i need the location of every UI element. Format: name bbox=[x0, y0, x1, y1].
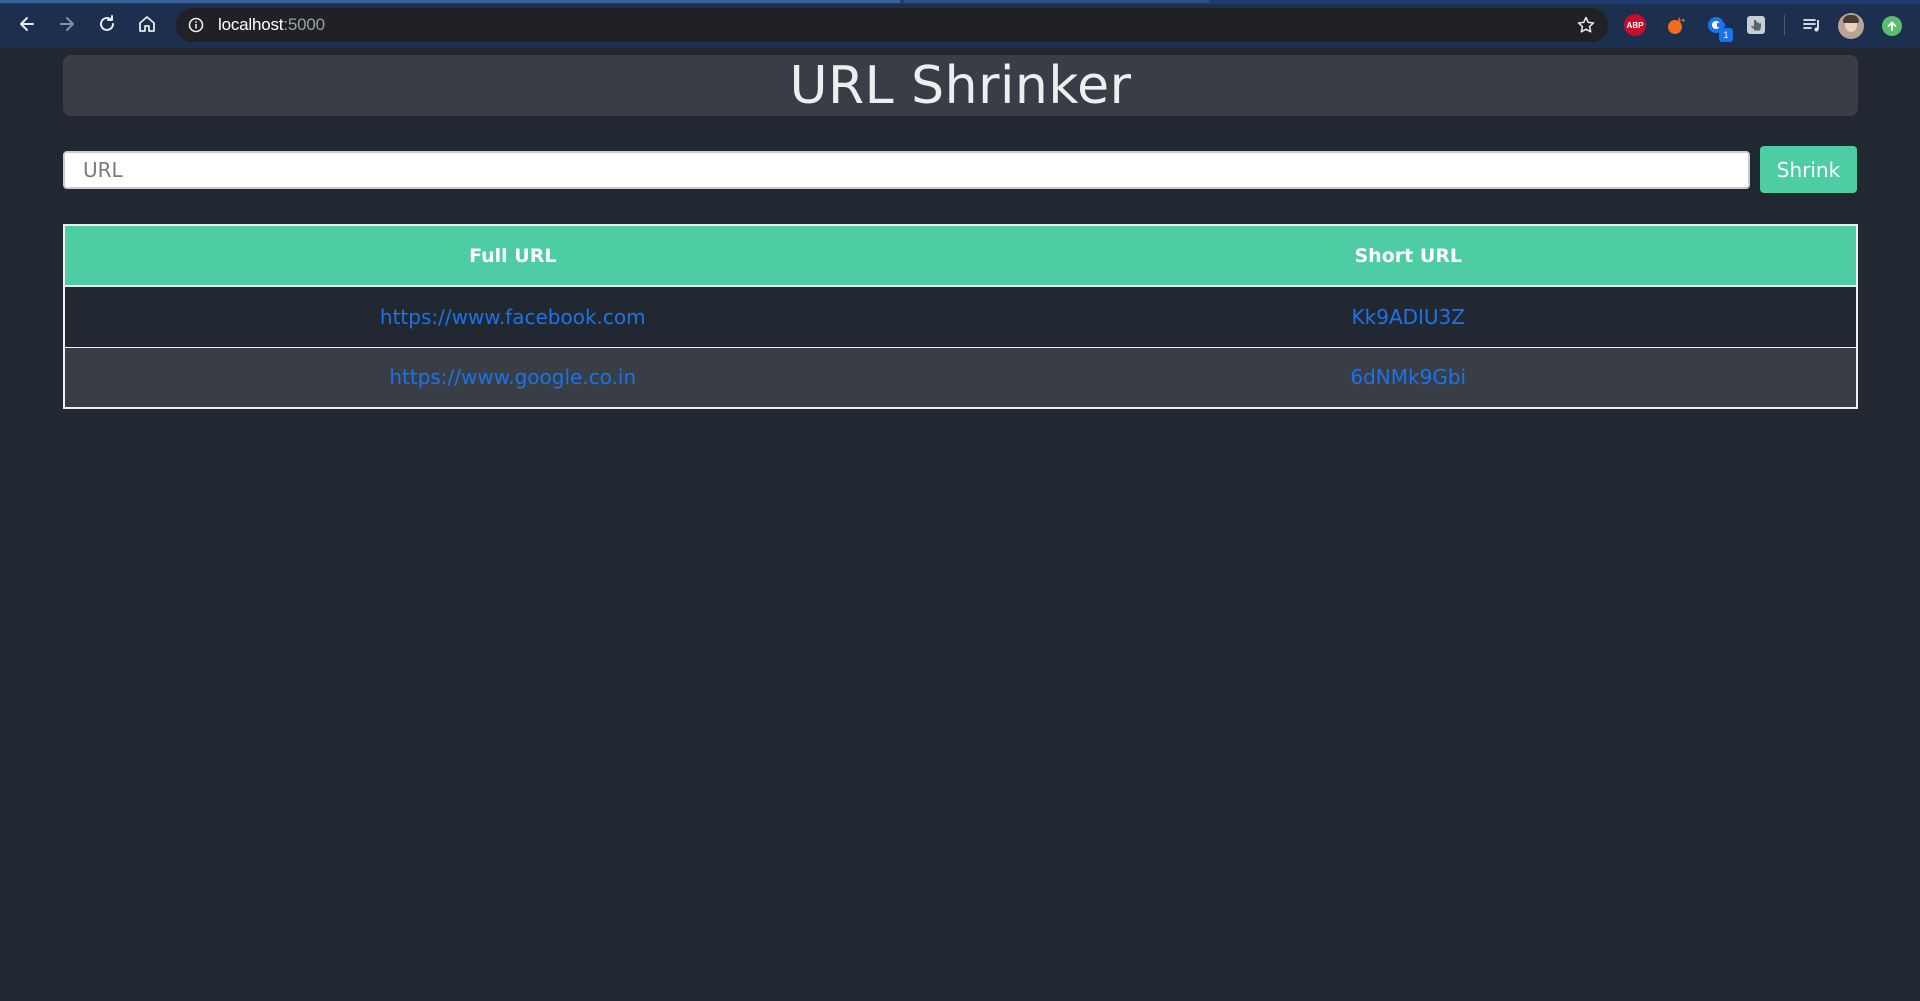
star-icon[interactable] bbox=[1576, 15, 1596, 35]
tab-indicator bbox=[0, 0, 900, 3]
extension-button[interactable]: 1 bbox=[1705, 14, 1733, 42]
adblock-extension-button[interactable]: ABP bbox=[1624, 14, 1646, 36]
full-url-link[interactable]: https://www.google.co.in bbox=[389, 365, 636, 389]
column-header-short-url: Short URL bbox=[960, 225, 1857, 287]
short-url-cell: Kk9ADIU3Z bbox=[960, 285, 1857, 347]
back-button[interactable] bbox=[13, 10, 41, 38]
arrow-up-icon bbox=[1887, 21, 1897, 31]
table-row: https://www.facebook.com Kk9ADIU3Z bbox=[64, 285, 1857, 347]
home-button[interactable] bbox=[133, 10, 161, 38]
arrow-left-icon bbox=[20, 17, 34, 31]
header-card: URL Shrinker bbox=[63, 55, 1858, 116]
short-url-link[interactable]: 6dNMk9Gbi bbox=[1350, 365, 1466, 389]
column-header-full-url: Full URL bbox=[64, 225, 961, 287]
profile-avatar[interactable] bbox=[1838, 13, 1864, 39]
table-row: https://www.google.co.in 6dNMk9Gbi bbox=[64, 346, 1857, 408]
media-control-button[interactable] bbox=[1801, 14, 1823, 36]
short-url-cell: 6dNMk9Gbi bbox=[960, 346, 1857, 408]
url-port: :5000 bbox=[283, 15, 325, 34]
shrink-button[interactable]: Shrink bbox=[1760, 146, 1857, 193]
info-icon[interactable] bbox=[188, 17, 204, 33]
abp-icon: ABP bbox=[1624, 14, 1646, 36]
url-table: Full URL Short URL https://www.facebook.… bbox=[63, 224, 1858, 409]
extension-badge: 1 bbox=[1719, 28, 1733, 42]
update-button[interactable] bbox=[1882, 16, 1902, 36]
url-input[interactable] bbox=[63, 151, 1750, 189]
page-title: URL Shrinker bbox=[789, 55, 1132, 116]
hand-cursor-icon bbox=[1747, 16, 1765, 34]
browser-toolbar: localhost:5000 ABP 1 bbox=[0, 0, 1920, 48]
arrow-right-icon bbox=[60, 17, 74, 31]
full-url-cell: https://www.google.co.in bbox=[64, 346, 961, 408]
table-header-row: Full URL Short URL bbox=[64, 225, 1857, 287]
url-host: localhost bbox=[218, 15, 284, 34]
address-url[interactable]: localhost:5000 bbox=[218, 15, 325, 35]
reload-button[interactable] bbox=[93, 10, 121, 38]
fire-icon bbox=[1668, 17, 1685, 34]
full-url-link[interactable]: https://www.facebook.com bbox=[380, 305, 646, 329]
avatar-hair bbox=[1843, 15, 1859, 23]
full-url-cell: https://www.facebook.com bbox=[64, 285, 961, 347]
reload-icon bbox=[100, 15, 114, 31]
toolbar-divider bbox=[1784, 15, 1785, 35]
playlist-icon bbox=[1803, 19, 1819, 32]
tab-strip bbox=[0, 0, 1920, 4]
tab-indicator bbox=[904, 0, 1209, 3]
short-url-link[interactable]: Kk9ADIU3Z bbox=[1352, 305, 1465, 329]
extension-button[interactable] bbox=[1745, 14, 1767, 36]
address-bar[interactable]: localhost:5000 bbox=[176, 8, 1608, 42]
forward-button[interactable] bbox=[53, 10, 81, 38]
home-icon bbox=[139, 16, 155, 32]
extension-button[interactable] bbox=[1665, 14, 1687, 36]
